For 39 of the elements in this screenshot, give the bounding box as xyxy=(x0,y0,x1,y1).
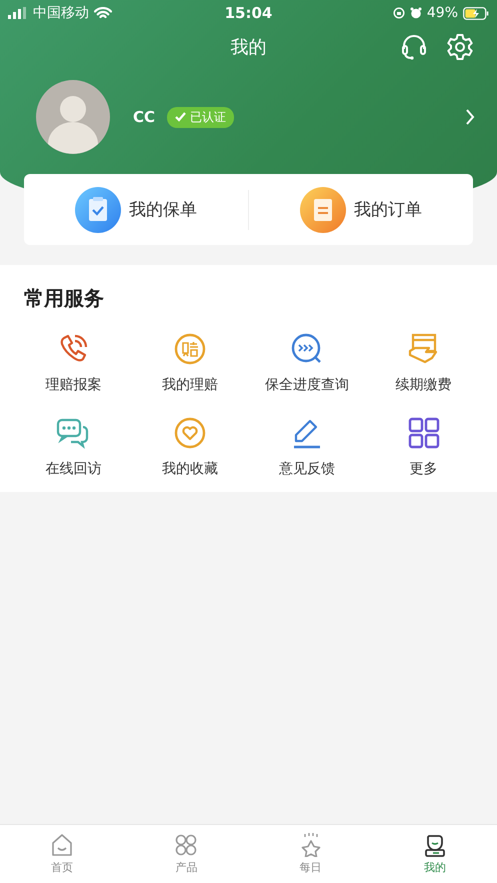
tab-item[interactable]: 产品 xyxy=(124,825,248,883)
headset-icon[interactable] xyxy=(399,32,429,62)
tab-item[interactable]: 首页 xyxy=(0,825,124,883)
settings-icon[interactable] xyxy=(445,32,475,62)
chat-bubbles-icon xyxy=(56,416,90,450)
avatar-icon[interactable] xyxy=(36,80,110,154)
shortcut-button[interactable]: 我的订单 xyxy=(249,186,473,232)
chevron-right-icon[interactable] xyxy=(465,108,475,126)
battery-percent: 49% xyxy=(426,5,458,21)
service-item[interactable]: 在线回访 xyxy=(15,416,132,478)
battery-icon xyxy=(463,6,489,20)
shortcut-button[interactable]: 我的保单 xyxy=(24,186,248,232)
service-item[interactable]: 更多 xyxy=(365,416,482,478)
carrier-name: 中国移动 xyxy=(33,4,89,22)
page-title: 我的 xyxy=(230,36,266,59)
wifi-icon xyxy=(94,6,112,20)
four-circles-icon xyxy=(174,833,198,857)
grid-icon xyxy=(406,416,441,450)
clipboard-icon xyxy=(75,186,121,232)
verified-badge: 已认证 xyxy=(167,106,234,128)
tab-item[interactable]: 我的 xyxy=(372,825,497,883)
service-item[interactable]: 我的理赔 xyxy=(132,332,248,394)
service-item[interactable]: 我的收藏 xyxy=(132,416,248,478)
check-icon xyxy=(175,112,186,122)
service-item[interactable]: 保全进度查询 xyxy=(248,332,366,394)
service-item[interactable]: 意见反馈 xyxy=(248,416,366,478)
rotation-lock-icon xyxy=(392,7,405,19)
tab-item[interactable]: 每日 xyxy=(248,825,373,883)
service-item[interactable]: 理赔报案 xyxy=(15,332,132,394)
section-title: 常用服务 xyxy=(23,285,105,312)
signal-icon xyxy=(8,7,28,19)
alarm-icon xyxy=(410,7,422,19)
service-item[interactable]: 续期缴费 xyxy=(365,332,482,394)
status-time: 15:04 xyxy=(224,4,272,22)
document-icon xyxy=(300,186,346,232)
star-icon xyxy=(298,833,323,857)
person-icon xyxy=(422,833,447,857)
user-name: CC xyxy=(133,108,156,126)
home-icon xyxy=(50,833,74,857)
